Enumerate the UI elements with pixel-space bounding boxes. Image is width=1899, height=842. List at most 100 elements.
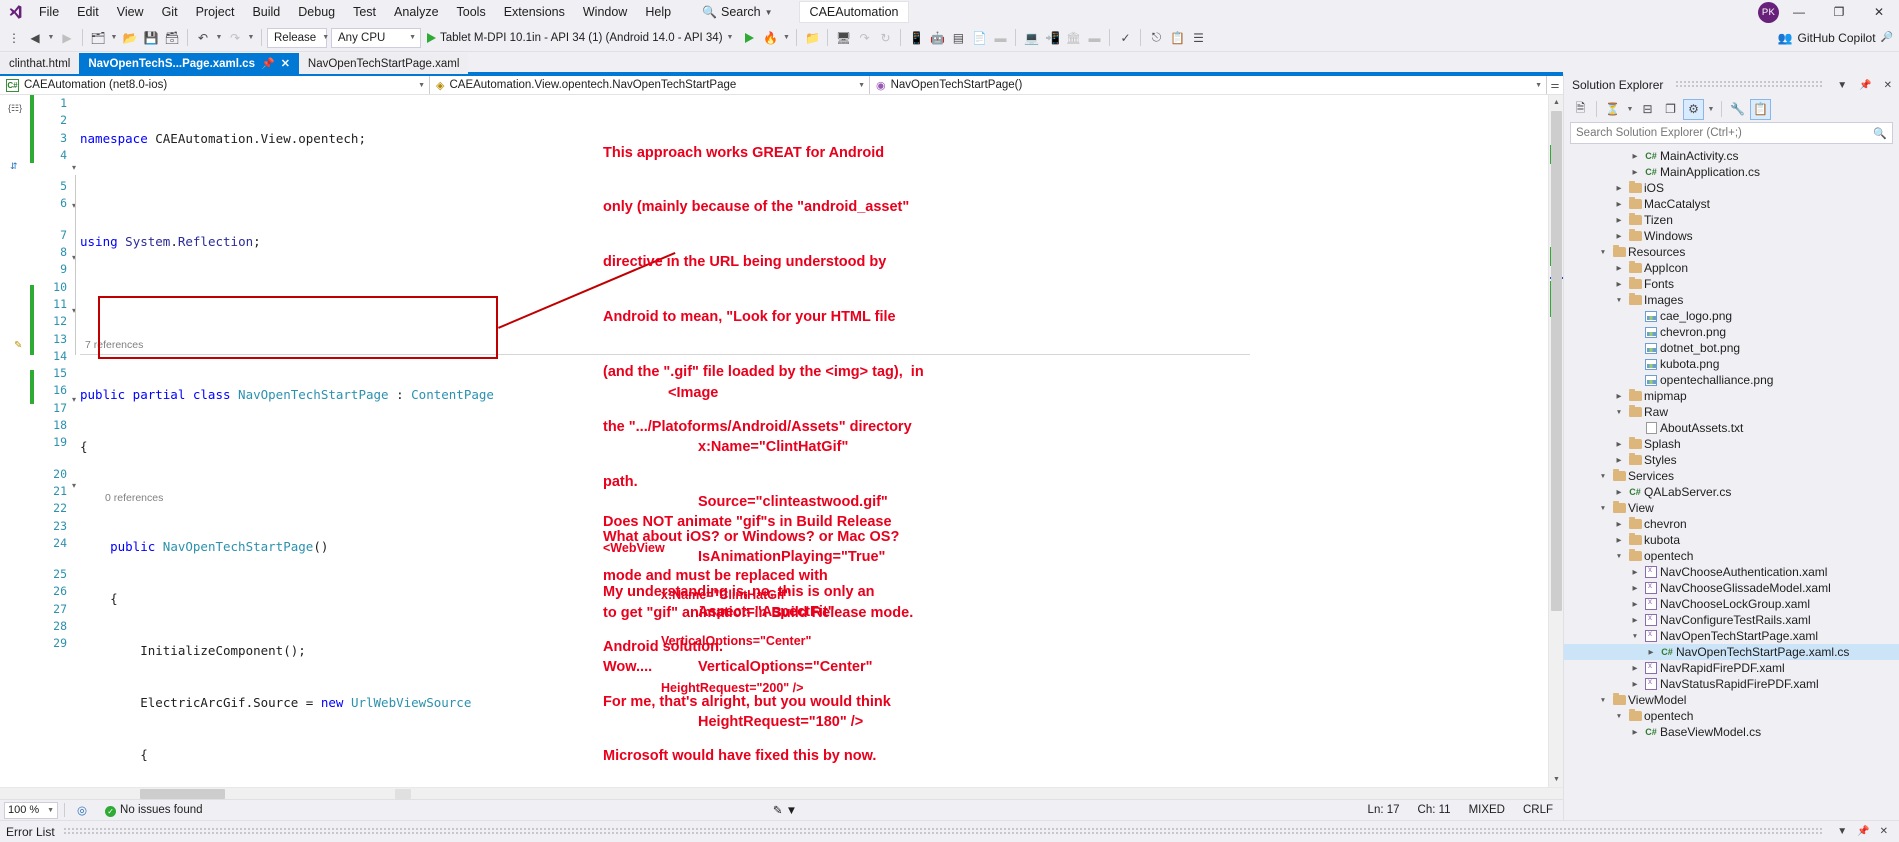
start-without-debugging-icon[interactable]	[739, 27, 759, 49]
expander-closed-icon[interactable]	[1612, 536, 1626, 544]
solution-explorer-tree[interactable]: C#MainActivity.csC#MainApplication.csiOS…	[1564, 147, 1899, 820]
tree-item-splash[interactable]: Splash	[1564, 436, 1899, 452]
solution-explorer-icon[interactable]: 📁	[802, 27, 822, 49]
expander-open-icon[interactable]	[1596, 697, 1610, 704]
search-solution-explorer-input[interactable]: Search Solution Explorer (Ctrl+;) 🔍	[1570, 122, 1893, 144]
expander-closed-icon[interactable]	[1628, 152, 1642, 160]
expander-closed-icon[interactable]	[1612, 520, 1626, 528]
android-icon[interactable]: 🤖	[927, 27, 947, 49]
tree-item-navrapidfirepdf-xaml[interactable]: NavRapidFirePDF.xaml	[1564, 660, 1899, 676]
tree-item-aboutassets-txt[interactable]: AboutAssets.txt	[1564, 420, 1899, 436]
chevron-down-icon[interactable]: ▼	[727, 34, 734, 41]
scroll-down-icon[interactable]: ▼	[1549, 772, 1563, 787]
tree-item-navchooseauthentication-xaml[interactable]: NavChooseAuthentication.xaml	[1564, 564, 1899, 580]
menu-test[interactable]: Test	[344, 2, 385, 22]
adb-console-icon[interactable]: ▤	[948, 27, 968, 49]
expander-closed-icon[interactable]	[1628, 728, 1642, 736]
properties-icon[interactable]: 🔧	[1727, 99, 1748, 120]
tree-item-raw[interactable]: Raw	[1564, 404, 1899, 420]
inheritance-margin-icon[interactable]: ⇵	[10, 161, 18, 172]
new-project-icon[interactable]: 🗂	[88, 27, 108, 49]
tree-item-mainapplication-cs[interactable]: C#MainApplication.cs	[1564, 164, 1899, 180]
expander-closed-icon[interactable]	[1644, 648, 1658, 656]
expander-closed-icon[interactable]	[1612, 184, 1626, 192]
expander-open-icon[interactable]	[1612, 713, 1626, 720]
tree-item-kubota[interactable]: kubota	[1564, 532, 1899, 548]
tree-item-dotnet-bot-png[interactable]: dotnet_bot.png	[1564, 340, 1899, 356]
expander-closed-icon[interactable]	[1612, 392, 1626, 400]
expander-closed-icon[interactable]	[1612, 200, 1626, 208]
tree-item-resources[interactable]: Resources	[1564, 244, 1899, 260]
menu-debug[interactable]: Debug	[289, 2, 344, 22]
tree-item-navopentechstartpage-xaml[interactable]: NavOpenTechStartPage.xaml	[1564, 628, 1899, 644]
menu-view[interactable]: View	[108, 2, 153, 22]
issues-status[interactable]: ✓ No issues found	[99, 804, 208, 817]
expander-open-icon[interactable]	[1612, 297, 1626, 304]
github-copilot-button[interactable]: 👥 GitHub Copilot 🔎	[1778, 31, 1899, 45]
menu-window[interactable]: Window	[574, 2, 636, 22]
tree-item-opentech[interactable]: opentech	[1564, 708, 1899, 724]
editor-horizontal-scrollbar[interactable]	[0, 787, 1563, 799]
menu-file[interactable]: File	[30, 2, 68, 22]
new-project-dropdown-icon[interactable]: ▼	[109, 34, 119, 41]
split-editor-icon[interactable]: ⚌	[1547, 76, 1563, 94]
expander-closed-icon[interactable]	[1612, 232, 1626, 240]
tree-item-opentechalliance-png[interactable]: opentechalliance.png	[1564, 372, 1899, 388]
pin-icon[interactable]: 📌	[261, 57, 275, 70]
expander-closed-icon[interactable]	[1628, 584, 1642, 592]
close-icon[interactable]: ✕	[1875, 826, 1893, 837]
tree-item-qalabserver-cs[interactable]: C#QALabServer.cs	[1564, 484, 1899, 500]
tree-item-navchooseglissademodel-xaml[interactable]: NavChooseGlissadeModel.xaml	[1564, 580, 1899, 596]
expander-closed-icon[interactable]	[1612, 280, 1626, 288]
collapse-all-icon[interactable]: ⊟	[1637, 99, 1658, 120]
tree-item-appicon[interactable]: AppIcon	[1564, 260, 1899, 276]
member-selector[interactable]: ◉ NavOpenTechStartPage() ▼	[870, 76, 1547, 94]
home-icon[interactable]: ⚙	[1683, 98, 1704, 120]
configuration-combobox[interactable]: Release ▼	[267, 27, 329, 48]
pointer-icon[interactable]: ⎋	[1146, 27, 1166, 49]
tree-item-viewmodel[interactable]: ViewModel	[1564, 692, 1899, 708]
close-icon[interactable]: ✕	[281, 57, 290, 70]
expander-closed-icon[interactable]	[1628, 600, 1642, 608]
chevron-down-icon[interactable]: ▼	[1625, 106, 1635, 113]
search-button[interactable]: 🔍 Search ▼	[694, 3, 780, 21]
platform-combobox[interactable]: Any CPU ▼	[331, 27, 421, 48]
expander-closed-icon[interactable]	[1628, 616, 1642, 624]
outlining-margin[interactable]: ▾ ▾ ▾ ▾ ▾ ▾	[72, 95, 80, 787]
chevron-down-icon[interactable]: ▼	[1832, 826, 1852, 837]
chevron-down-icon[interactable]: ▼	[1834, 80, 1850, 91]
expander-open-icon[interactable]	[1596, 473, 1610, 480]
minimize-button[interactable]: —	[1779, 0, 1819, 24]
android-device-manager-icon[interactable]: 📱	[906, 27, 926, 49]
list-icon[interactable]: ☰	[1188, 27, 1208, 49]
avatar[interactable]: PK	[1758, 1, 1779, 23]
menu-help[interactable]: Help	[636, 2, 680, 22]
scroll-thumb[interactable]	[1551, 111, 1562, 611]
issues-navigation-icon[interactable]: ◎	[71, 803, 93, 817]
editor-vertical-scrollbar[interactable]: ▲ ▼	[1548, 95, 1563, 787]
errors-dropdown[interactable]: ✎ ▼	[767, 803, 803, 817]
collapse-region-icon[interactable]: {☷}	[8, 103, 22, 114]
spellcheck-icon[interactable]: ✓	[1115, 27, 1135, 49]
tree-item-mipmap[interactable]: mipmap	[1564, 388, 1899, 404]
tree-item-styles[interactable]: Styles	[1564, 452, 1899, 468]
close-button[interactable]: ✕	[1859, 0, 1899, 24]
zoom-combobox[interactable]: 100 % ▼	[4, 801, 58, 819]
expander-closed-icon[interactable]	[1628, 168, 1642, 176]
tree-item-view[interactable]: View	[1564, 500, 1899, 516]
undo-icon[interactable]: ↶	[193, 27, 213, 49]
preview-selected-items-icon[interactable]: 📋	[1750, 98, 1771, 120]
tab-navopentechstartpage-xaml-cs[interactable]: NavOpenTechS...Page.xaml.cs 📌 ✕	[79, 53, 299, 74]
start-debug-button[interactable]: Tablet M-DPI 10.1in - API 34 (1) (Androi…	[422, 32, 738, 44]
menu-extensions[interactable]: Extensions	[495, 2, 574, 22]
expander-closed-icon[interactable]	[1612, 488, 1626, 496]
restore-button[interactable]: ❐	[1819, 0, 1859, 24]
tab-navopentechstartpage-xaml[interactable]: NavOpenTechStartPage.xaml	[298, 53, 469, 74]
back-dropdown-icon[interactable]: ▼	[46, 34, 56, 41]
tree-item-chevron-png[interactable]: chevron.png	[1564, 324, 1899, 340]
tree-item-chevron[interactable]: chevron	[1564, 516, 1899, 532]
pin-icon[interactable]: 📌	[1852, 826, 1874, 837]
tree-item-windows[interactable]: Windows	[1564, 228, 1899, 244]
tree-item-images[interactable]: Images	[1564, 292, 1899, 308]
project-selector[interactable]: C# CAEAutomation (net8.0-ios) ▼	[0, 76, 430, 94]
